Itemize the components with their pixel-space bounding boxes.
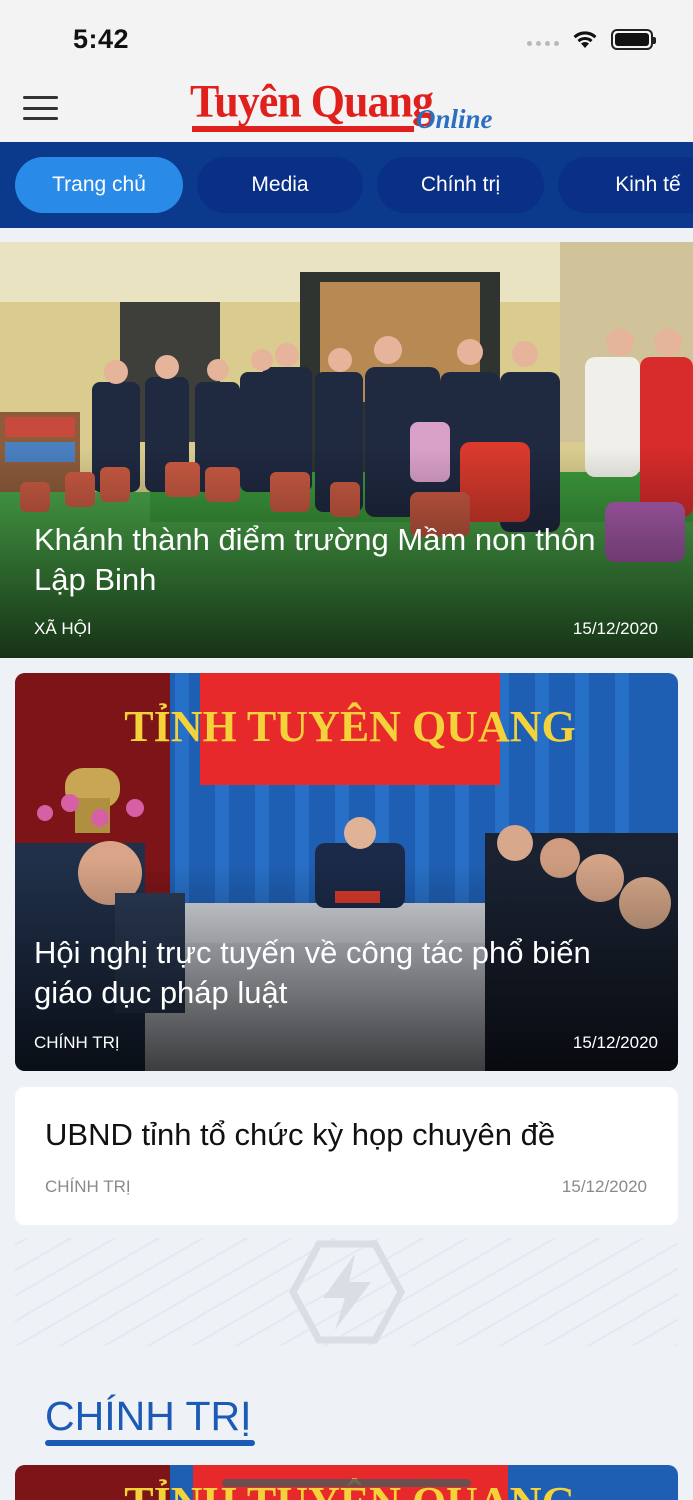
tab-media[interactable]: Media xyxy=(197,157,363,213)
logo-subtitle: Online xyxy=(416,104,493,134)
ad-placeholder xyxy=(15,1238,678,1346)
article-title[interactable]: Hội nghị trực tuyến về công tác phổ biến… xyxy=(34,933,638,1013)
home-indicator[interactable] xyxy=(222,1479,471,1487)
status-indicators xyxy=(527,28,656,50)
featured-article-card[interactable]: Khánh thành điểm trường Mầm non thôn Lập… xyxy=(0,242,693,658)
article-title[interactable]: Khánh thành điểm trường Mầm non thôn Lập… xyxy=(34,520,653,600)
cellular-signal-icon xyxy=(527,40,559,46)
battery-icon xyxy=(611,28,656,50)
article-date: 15/12/2020 xyxy=(561,1177,647,1196)
article-date: 15/12/2020 xyxy=(572,1033,658,1052)
category-tabs: Trang chủ Media Chính trị Kinh tế xyxy=(0,142,693,228)
logo-underline xyxy=(192,126,414,132)
app-logo: Tuyên Quang Online xyxy=(190,76,510,138)
article-date: 15/12/2020 xyxy=(572,619,658,638)
article-category[interactable]: CHÍNH TRỊ xyxy=(45,1177,131,1197)
tab-chinh-tri[interactable]: Chính trị xyxy=(377,157,544,213)
top-header: 5:42 Tuyên Quang Online xyxy=(0,0,693,142)
section-underline xyxy=(45,1440,255,1446)
lightning-icon xyxy=(289,1240,405,1344)
section-title[interactable]: CHÍNH TRỊ xyxy=(45,1393,252,1440)
tab-kinh-te[interactable]: Kinh tế xyxy=(558,157,693,213)
tab-trang-chu[interactable]: Trang chủ xyxy=(15,157,183,213)
article-category[interactable]: XÃ HỘI xyxy=(34,619,92,639)
article-category[interactable]: CHÍNH TRỊ xyxy=(34,1033,120,1053)
article-title[interactable]: UBND tỉnh tổ chức kỳ họp chuyên đề xyxy=(45,1117,555,1153)
logo-title: Tuyên Quang xyxy=(190,75,434,128)
banner-text: TỈNH TUYÊN QUANG xyxy=(124,702,575,751)
article-card[interactable]: UBND tỉnh tổ chức kỳ họp chuyên đề CHÍNH… xyxy=(15,1087,678,1225)
article-card[interactable]: TỈNH TUYÊN QUANG Hội nghị trực tuyến về … xyxy=(15,673,678,1071)
status-time: 5:42 xyxy=(73,24,130,54)
wifi-icon xyxy=(573,31,597,48)
menu-icon[interactable] xyxy=(23,96,58,120)
